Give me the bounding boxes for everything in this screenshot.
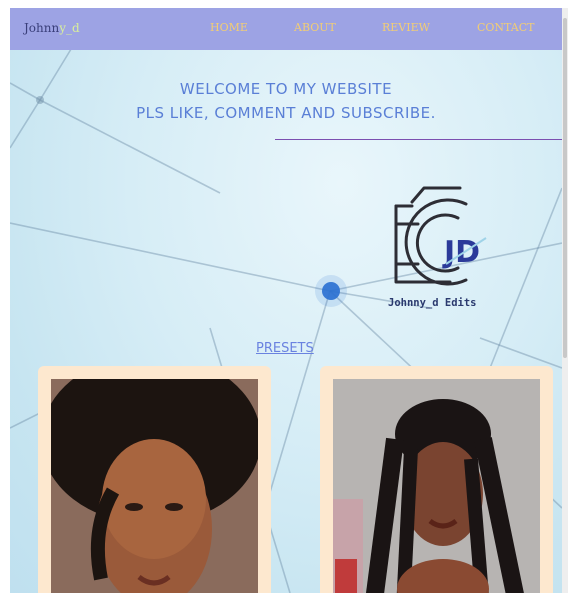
navbar: Johnny_d HOME ABOUT REVIEW CONTACT (10, 8, 562, 50)
nav-contact-link[interactable]: CONTACT (477, 21, 535, 34)
nav-about-link[interactable]: ABOUT (294, 21, 336, 34)
camera-logo-icon: JD (394, 186, 487, 286)
scrollbar[interactable] (562, 8, 568, 593)
welcome-heading: WELCOME TO MY WEBSITE (179, 80, 393, 98)
brand-logo-link[interactable]: Johnny_d (24, 21, 80, 35)
presets-link[interactable]: PRESETS (256, 341, 314, 356)
subscribe-heading: PLS LIKE, COMMENT AND SUBSCRIBE. (136, 104, 436, 122)
preset-card[interactable] (320, 366, 553, 593)
portrait-photo (333, 379, 540, 593)
logo-caption: Johnny_d Edits (388, 297, 477, 309)
scrollbar-thumb[interactable] (563, 18, 567, 358)
portrait-photo (51, 379, 258, 593)
logo-monogram: JD (442, 235, 480, 270)
divider-line (275, 139, 562, 140)
brand-text-part2: y_d (59, 21, 80, 35)
brand-text-part1: Johnn (24, 21, 60, 35)
nav-home-link[interactable]: HOME (210, 21, 248, 34)
preset-card[interactable] (38, 366, 271, 593)
nav-review-link[interactable]: REVIEW (382, 21, 430, 34)
page-frame: Johnny_d HOME ABOUT REVIEW CONTACT WELCO… (10, 8, 562, 593)
